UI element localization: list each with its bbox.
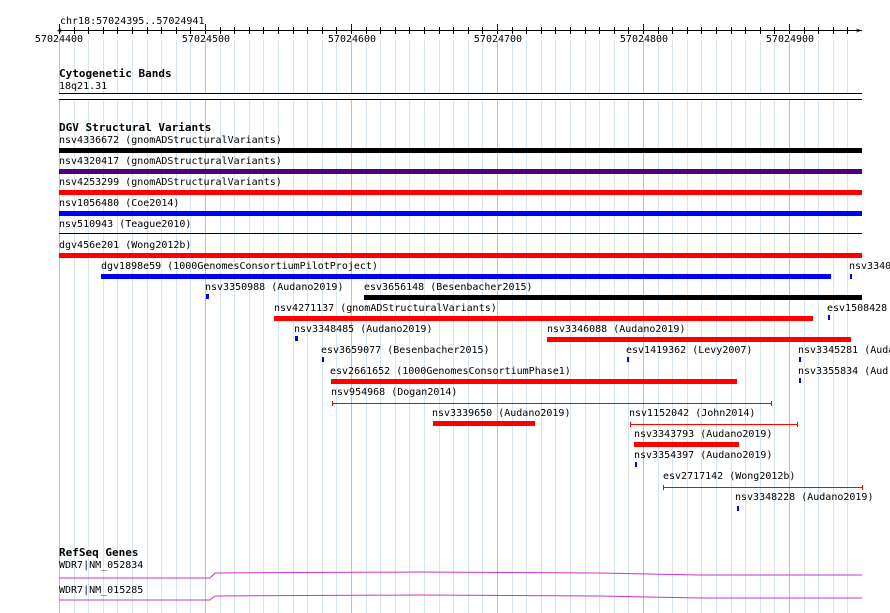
gene-models[interactable]: [0, 0, 890, 613]
genome-browser-view: chr18:57024395..57024941 57024400 5702450…: [0, 0, 890, 613]
gene-model-nm-052834: [59, 571, 862, 579]
gene-model-nm-015285: [59, 594, 862, 601]
